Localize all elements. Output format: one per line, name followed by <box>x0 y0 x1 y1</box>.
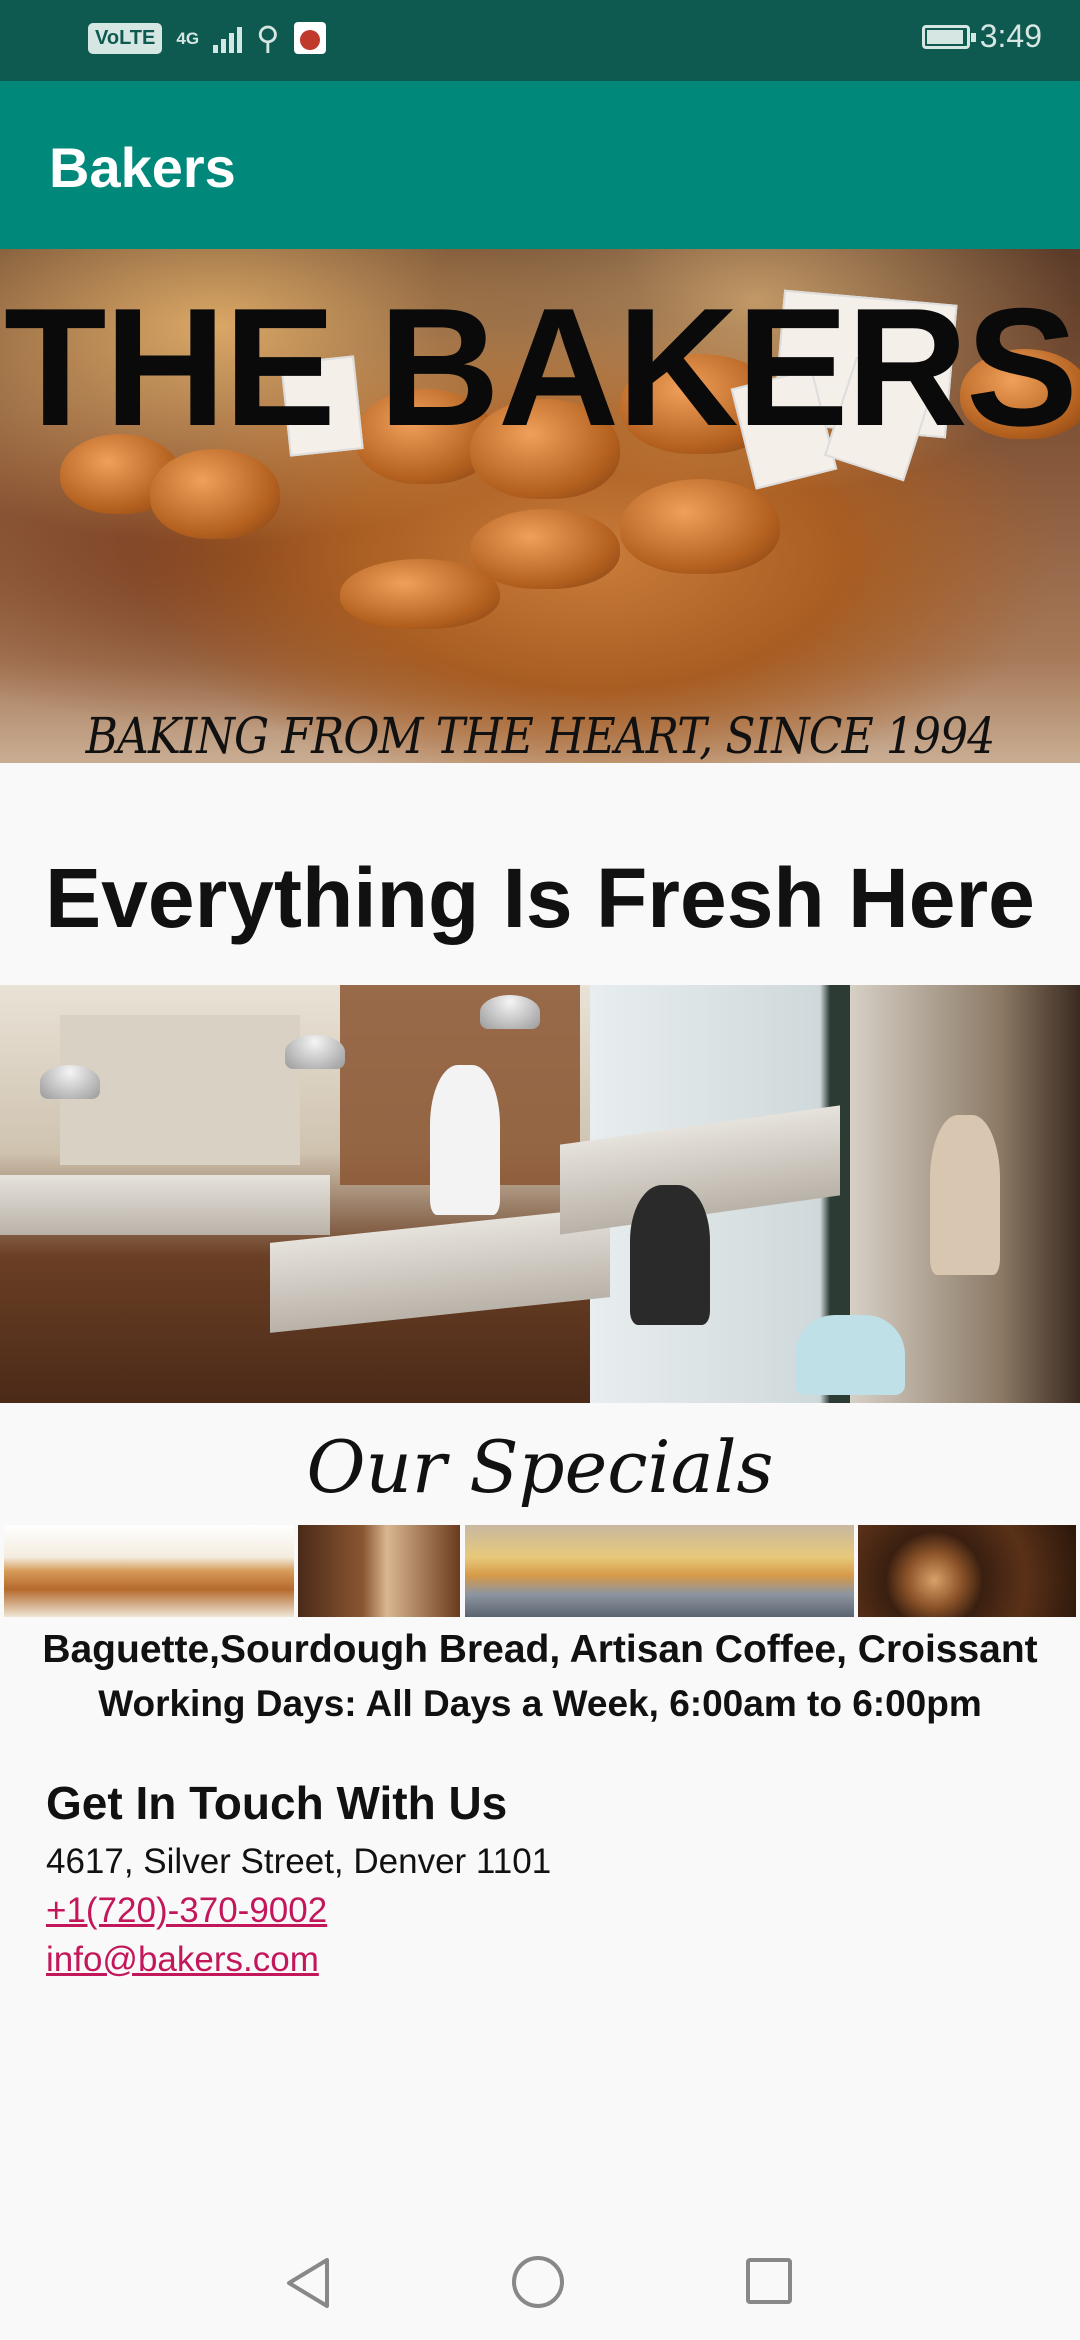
pastry-shape <box>150 449 280 539</box>
app-bar: Bakers <box>0 81 1080 249</box>
volte-indicator: VoLTE <box>88 22 163 54</box>
bakery-interior-image <box>0 985 1080 1403</box>
pastry-shape <box>470 509 620 589</box>
notification-app-icon <box>293 22 326 54</box>
status-clock: 3:49 <box>979 18 1042 54</box>
status-right-group: 3:49 <box>921 18 1042 55</box>
hero-title: THE BAKERS <box>3 273 1078 461</box>
pendant-lamp <box>285 1035 345 1069</box>
counter-top <box>0 1175 330 1235</box>
contact-heading: Get In Touch With Us <box>46 1777 508 1829</box>
hero-tagline: BAKING FROM THE HEART, SINCE 1994 <box>85 707 996 763</box>
email-link[interactable]: info@bakers.com <box>46 1940 319 1980</box>
customer-figure <box>630 1185 710 1325</box>
working-days: Working Days: All Days a Week, 6:00am to… <box>98 1683 982 1724</box>
network-type-label: 4G <box>176 28 200 48</box>
coffee-beans-image <box>858 1525 1076 1617</box>
status-left-group: VoLTE 4G ⚲ <box>88 22 326 54</box>
staff-figure <box>430 1065 500 1215</box>
recent-apps-icon[interactable] <box>746 2258 792 2304</box>
hero-banner: THE BAKERS BAKING FROM THE HEART, SINCE … <box>0 249 1080 763</box>
pendant-lamp <box>480 995 540 1029</box>
usb-icon: ⚲ <box>256 20 280 56</box>
pastry-shape <box>340 559 500 629</box>
back-icon[interactable] <box>283 2256 333 2310</box>
fresh-heading: Everything Is Fresh Here <box>45 851 1035 945</box>
specials-heading: Our Specials <box>306 1425 774 1509</box>
pastry-shape <box>620 479 780 574</box>
app-title: Bakers <box>49 136 236 199</box>
status-bar: VoLTE 4G ⚲ 3:49 <box>0 0 1080 81</box>
specials-list: Baguette,Sourdough Bread, Artisan Coffee… <box>42 1628 1038 1671</box>
baguette-image <box>4 1525 294 1617</box>
mixer-appliance <box>795 1315 905 1395</box>
home-icon[interactable] <box>512 2256 564 2308</box>
iced-coffee-image <box>298 1525 460 1617</box>
signal-strength-icon <box>213 23 243 53</box>
navigation-bar <box>0 2214 1080 2340</box>
customer-figure <box>930 1115 1000 1275</box>
bread-display-image <box>465 1525 854 1617</box>
pendant-lamp <box>40 1065 100 1099</box>
battery-icon <box>921 24 976 49</box>
phone-link[interactable]: +1(720)-370-9002 <box>46 1891 327 1931</box>
address-text: 4617, Silver Street, Denver 1101 <box>46 1842 552 1881</box>
